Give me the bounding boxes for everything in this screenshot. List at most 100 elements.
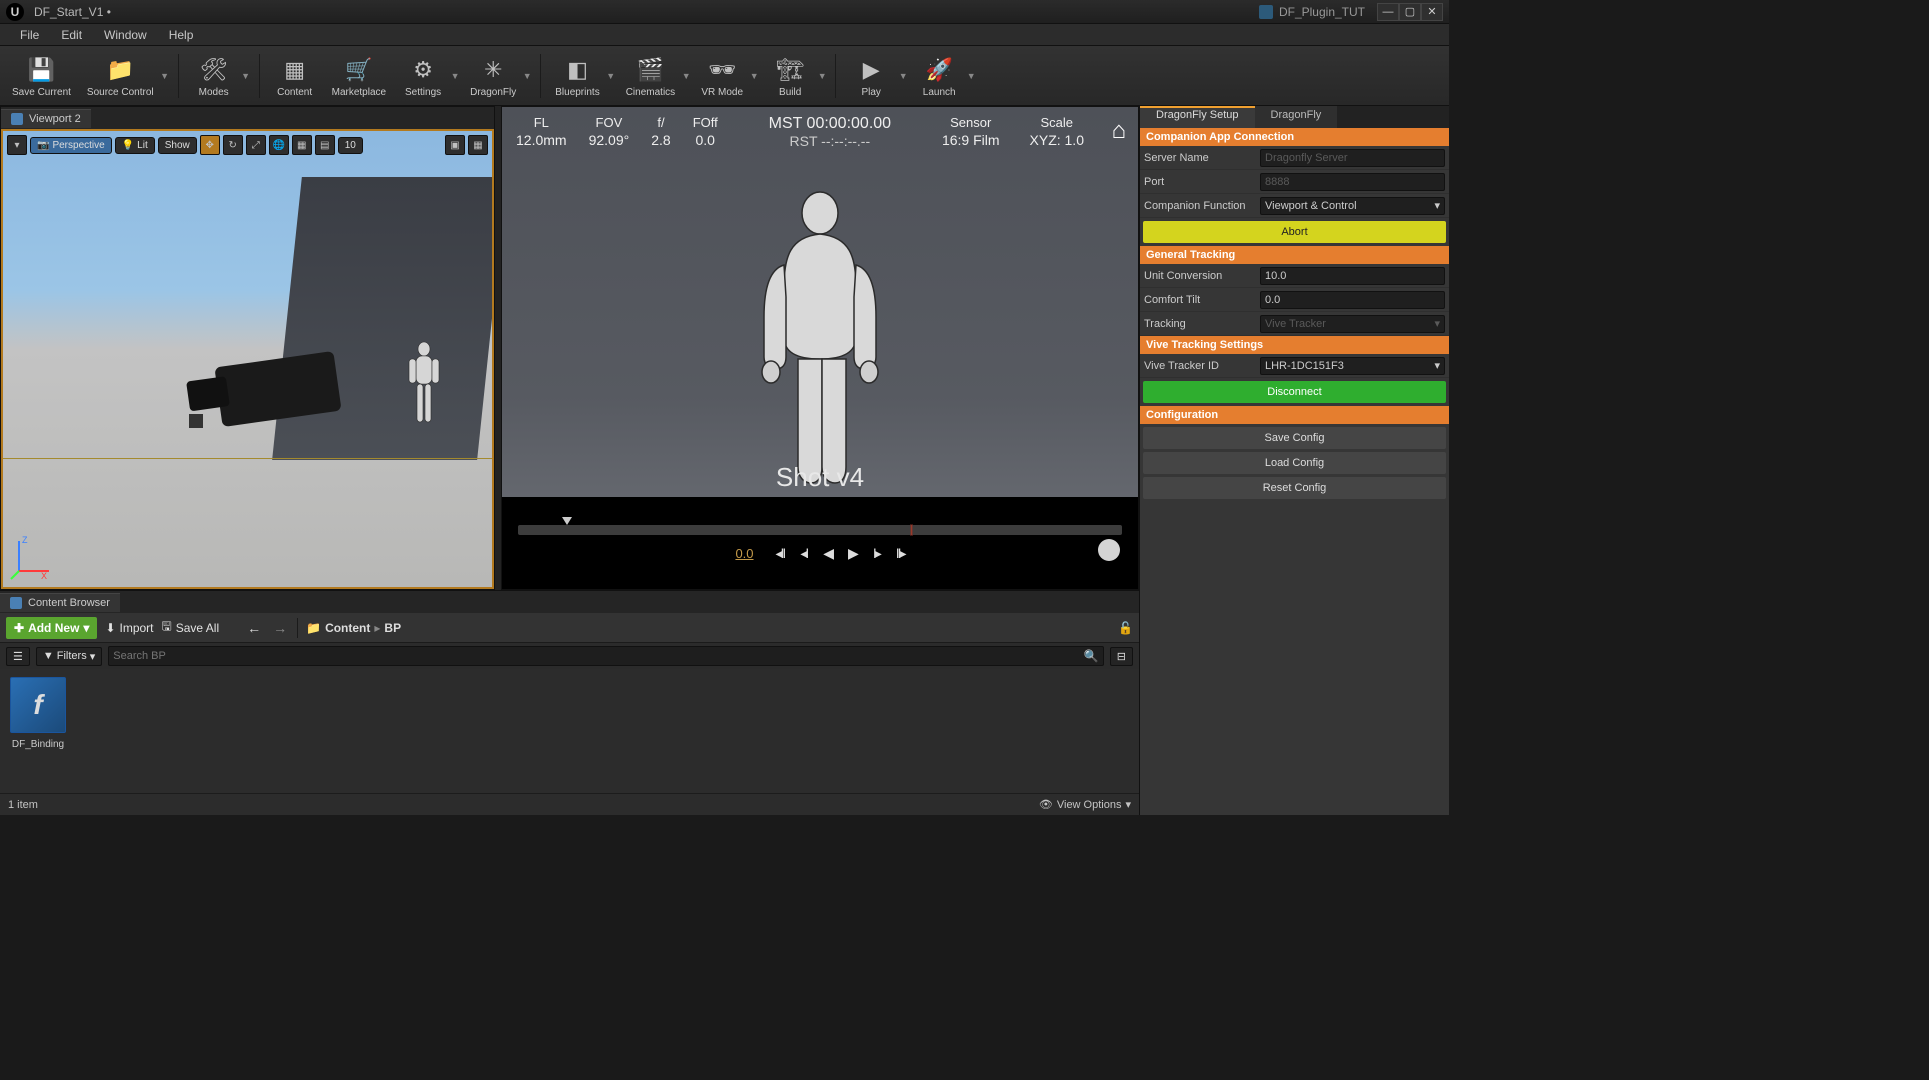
import-button[interactable]: ⬇ Import (105, 621, 153, 635)
surface-snap-toggle[interactable]: ▦ (292, 135, 312, 155)
content-browser-tab[interactable]: Content Browser (0, 593, 120, 612)
camera-scene[interactable]: FL12.0mm FOV92.09° f/2.8 FOff0.0 MST 00:… (502, 107, 1138, 589)
cinematics-icon: 🎬 (635, 55, 665, 85)
rotate-gizmo-icon[interactable]: ↻ (223, 135, 243, 155)
nav-back-icon[interactable]: ← (245, 620, 263, 636)
viewport-options-dropdown[interactable]: ▾ (7, 135, 27, 155)
toolbar-marketplace[interactable]: 🛒Marketplace (326, 51, 392, 100)
sources-toggle[interactable]: ☰ (6, 647, 30, 666)
toolbar-launch[interactable]: 🚀Launch (912, 51, 966, 100)
toolbar-vr-mode-dropdown[interactable]: ▼ (749, 52, 759, 100)
snap-value[interactable]: 10 (338, 137, 363, 154)
toolbar-cinematics[interactable]: 🎬Cinematics (620, 51, 681, 100)
toolbar-content[interactable]: ▦Content (268, 51, 322, 100)
search-input[interactable] (113, 650, 1084, 662)
toolbar-cinematics-dropdown[interactable]: ▼ (681, 52, 691, 100)
skip-end-icon[interactable]: II▸ (896, 545, 905, 562)
world-local-toggle[interactable]: 🌐 (269, 135, 289, 155)
toolbar-settings-dropdown[interactable]: ▼ (450, 52, 460, 100)
toolbar-modes-dropdown[interactable]: ▼ (241, 52, 251, 100)
unit-conversion-input[interactable] (1260, 267, 1445, 285)
item-count: 1 item (8, 799, 38, 811)
menu-help[interactable]: Help (159, 26, 204, 44)
timeline-track[interactable] (518, 525, 1122, 535)
view-options-dropdown[interactable]: 👁 View Options ▾ (1039, 798, 1131, 811)
maximize-button[interactable]: ▢ (1399, 3, 1421, 21)
scale-gizmo-icon[interactable]: ⤢ (246, 135, 266, 155)
toolbar-vr-mode[interactable]: 🕶VR Mode (695, 51, 749, 100)
menu-edit[interactable]: Edit (51, 26, 92, 44)
viewport-tab[interactable]: Viewport 2 (1, 109, 91, 128)
breadcrumb-bp[interactable]: BP (384, 621, 401, 635)
asset-item[interactable]: f DF_Binding (8, 677, 68, 750)
toolbar-save-current[interactable]: 💾Save Current (6, 51, 77, 100)
toolbar-source-control-dropdown[interactable]: ▼ (160, 52, 170, 100)
search-options-icon[interactable]: ⊟ (1110, 647, 1133, 666)
tab-dragonfly[interactable]: DragonFly (1255, 106, 1338, 128)
build-icon: 🏗 (775, 55, 805, 85)
search-box[interactable]: 🔍 (108, 646, 1104, 666)
viewport-layout-icon[interactable]: ▦ (468, 135, 488, 155)
step-back-icon[interactable]: ◂I (800, 545, 807, 562)
save-all-button[interactable]: 🖫 Save All (162, 617, 220, 638)
timeline-time[interactable]: 0.0 (735, 546, 753, 561)
section-companion: Companion App Connection (1140, 128, 1449, 146)
menu-file[interactable]: File (10, 26, 49, 44)
load-config-button[interactable]: Load Config (1143, 452, 1446, 474)
tab-dragonfly-setup[interactable]: DragonFly Setup (1140, 106, 1255, 128)
toolbar-build-dropdown[interactable]: ▼ (817, 52, 827, 100)
play-icon[interactable]: ▶ (848, 545, 857, 562)
lit-toggle[interactable]: 💡 Lit (115, 137, 155, 154)
comfort-tilt-input[interactable] (1260, 291, 1445, 309)
minimize-button[interactable]: — (1377, 3, 1399, 21)
toolbar-play-dropdown[interactable]: ▼ (898, 52, 908, 100)
toolbar-play[interactable]: ▶Play (844, 51, 898, 100)
toolbar-source-control[interactable]: 📁Source Control (81, 51, 160, 100)
timeline: 0.0 ◂II ◂I ◀ ▶ I▸ II▸ (502, 497, 1138, 589)
save-current-icon: 💾 (26, 55, 56, 85)
vive-tracker-id-select[interactable]: LHR-1DC151F3▾ (1260, 357, 1445, 375)
window-title: DF_Start_V1 • (34, 5, 111, 19)
disconnect-button[interactable]: Disconnect (1143, 381, 1446, 403)
toolbar-dragonfly-dropdown[interactable]: ▼ (522, 52, 532, 100)
viewport-scene[interactable]: ▾ 📷 Perspective 💡 Lit Show ✥ ↻ ⤢ 🌐 ▦ ▤ 1… (1, 129, 494, 589)
companion-function-select[interactable]: Viewport & Control▾ (1260, 197, 1445, 215)
toolbar-blueprints-dropdown[interactable]: ▼ (606, 52, 616, 100)
server-name-input[interactable] (1260, 149, 1445, 167)
menu-bar: File Edit Window Help (0, 24, 1449, 46)
skip-start-icon[interactable]: ◂II (776, 545, 785, 562)
grid-snap-toggle[interactable]: ▤ (315, 135, 335, 155)
home-icon[interactable]: ⌂ (1112, 117, 1127, 145)
menu-window[interactable]: Window (94, 26, 157, 44)
abort-button[interactable]: Abort (1143, 221, 1446, 243)
lock-icon[interactable]: 🔓 (1118, 621, 1133, 635)
close-button[interactable]: ✕ (1421, 3, 1443, 21)
project-label: DF_Plugin_TUT (1259, 5, 1365, 19)
perspective-toggle[interactable]: 📷 Perspective (30, 137, 112, 154)
shot-label: Shot v4 (502, 462, 1138, 493)
record-button[interactable] (1098, 539, 1120, 561)
toolbar-launch-dropdown[interactable]: ▼ (966, 52, 976, 100)
toolbar-settings[interactable]: ⚙Settings (396, 51, 450, 100)
master-timecode: MST 00:00:00.00 (769, 115, 891, 133)
viewport-tab-icon (11, 113, 23, 125)
filters-dropdown[interactable]: ▼ Filters ▾ (36, 647, 102, 666)
step-forward-icon[interactable]: I▸ (873, 545, 880, 562)
reset-config-button[interactable]: Reset Config (1143, 477, 1446, 499)
save-config-button[interactable]: Save Config (1143, 427, 1446, 449)
viewport-maximize-icon[interactable]: ▣ (445, 135, 465, 155)
playhead-icon[interactable] (562, 517, 572, 525)
nav-forward-icon[interactable]: → (271, 620, 289, 636)
add-new-button[interactable]: ✚ Add New ▾ (6, 617, 97, 639)
modes-icon: 🛠 (199, 55, 229, 85)
tracking-select[interactable]: Vive Tracker▾ (1260, 315, 1445, 333)
toolbar-modes[interactable]: 🛠Modes (187, 51, 241, 100)
toolbar-dragonfly[interactable]: ✳DragonFly (464, 51, 522, 100)
breadcrumb-content[interactable]: Content (325, 621, 370, 635)
show-dropdown[interactable]: Show (158, 137, 197, 154)
port-input[interactable] (1260, 173, 1445, 191)
toolbar-blueprints[interactable]: ◧Blueprints (549, 51, 605, 100)
move-gizmo-icon[interactable]: ✥ (200, 135, 220, 155)
toolbar-build[interactable]: 🏗Build (763, 51, 817, 100)
play-reverse-icon[interactable]: ◀ (823, 545, 832, 562)
